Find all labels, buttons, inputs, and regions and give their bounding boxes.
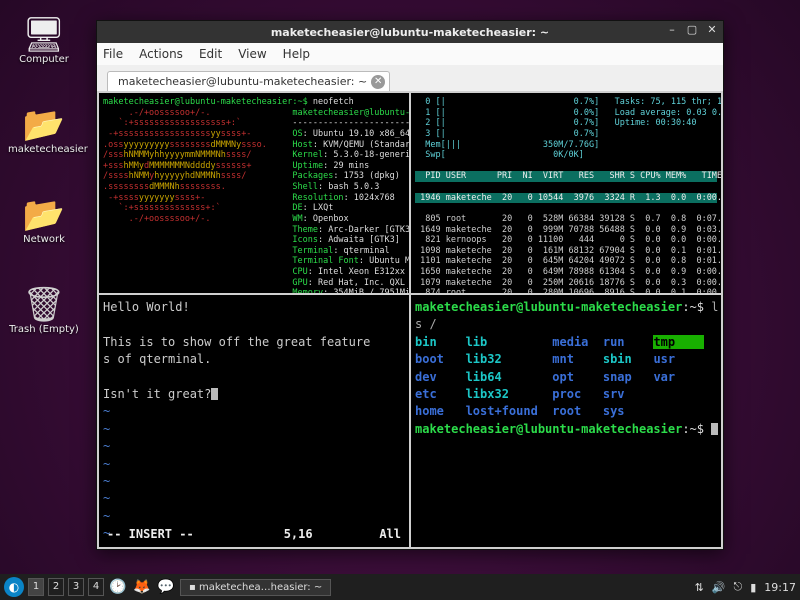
desktop-icon-label: maketecheasier	[8, 144, 80, 155]
workspace-1[interactable]: 1	[28, 578, 44, 596]
tab-close-icon[interactable]: ✕	[371, 75, 385, 89]
pane-ls[interactable]: maketecheasier@lubuntu-maketecheasier:~$…	[411, 295, 721, 547]
pane-htop[interactable]: 0 [| 0.7%] Tasks: 75, 115 thr; 1 running…	[411, 93, 721, 293]
taskbar-window-button[interactable]: ▪ maketechea…heasier: ~	[180, 579, 331, 596]
menubar: File Actions Edit View Help	[97, 43, 723, 65]
app-firefox-icon[interactable]: 🦊	[132, 579, 152, 595]
window-titlebar[interactable]: maketecheasier@lubuntu-maketecheasier: ~…	[97, 21, 723, 43]
workspace-4[interactable]: 4	[88, 578, 104, 596]
desktop-icon-folder[interactable]: 📂 maketecheasier	[8, 108, 80, 155]
split-panes: maketecheasier@lubuntu-maketecheasier:~$…	[97, 91, 723, 549]
pane-vim[interactable]: Hello World! This is to show off the gre…	[99, 295, 409, 547]
tray-clock[interactable]: 19:17	[764, 581, 796, 594]
window-title: maketecheasier@lubuntu-maketecheasier: ~	[97, 26, 723, 39]
menu-view[interactable]: View	[238, 47, 266, 61]
app-sensors-icon[interactable]: 🕑	[108, 579, 128, 595]
taskbar-window-label: ▪ maketechea…heasier: ~	[189, 582, 322, 593]
trash-icon: 🗑	[8, 288, 80, 322]
menu-file[interactable]: File	[103, 47, 123, 61]
pane-neofetch[interactable]: maketecheasier@lubuntu-maketecheasier:~$…	[99, 93, 409, 293]
menu-edit[interactable]: Edit	[199, 47, 222, 61]
minimize-button[interactable]: –	[665, 23, 679, 37]
taskbar: ◐ 1 2 3 4 🕑 🦊 💬 ▪ maketechea…heasier: ~ …	[0, 574, 800, 600]
folder-icon: 📂	[8, 108, 80, 142]
maximize-button[interactable]: ▢	[685, 23, 699, 37]
terminal-tab[interactable]: maketecheasier@lubuntu-maketecheasier: ~…	[107, 71, 390, 91]
desktop-icon-computer[interactable]: 🖥 Computer	[8, 18, 80, 65]
workspace-3[interactable]: 3	[68, 578, 84, 596]
desktop-icon-label: Computer	[8, 54, 80, 65]
desktop-icon-trash[interactable]: 🗑 Trash (Empty)	[8, 288, 80, 335]
terminal-window: maketecheasier@lubuntu-maketecheasier: ~…	[96, 20, 724, 550]
tray-network-icon[interactable]: ⎋	[734, 580, 743, 594]
tray-usb-icon[interactable]: ⇅	[695, 581, 704, 594]
app-chat-icon[interactable]: 💬	[156, 579, 176, 595]
system-tray: ⇅ 🔊 ⎋ ▮ 19:17	[695, 580, 796, 594]
launcher-button[interactable]: ◐	[4, 577, 24, 597]
tray-volume-icon[interactable]: 🔊	[712, 581, 726, 594]
tabbar: maketecheasier@lubuntu-maketecheasier: ~…	[97, 65, 723, 91]
network-icon: 📂	[8, 198, 80, 232]
computer-icon: 🖥	[8, 18, 80, 52]
workspace-2[interactable]: 2	[48, 578, 64, 596]
tray-battery-icon[interactable]: ▮	[750, 581, 756, 594]
desktop-icon-network[interactable]: 📂 Network	[8, 198, 80, 245]
menu-help[interactable]: Help	[283, 47, 310, 61]
close-button[interactable]: ✕	[705, 23, 719, 37]
desktop-icon-label: Trash (Empty)	[8, 324, 80, 335]
menu-actions[interactable]: Actions	[139, 47, 183, 61]
tab-label: maketecheasier@lubuntu-maketecheasier: ~	[118, 75, 367, 88]
desktop-icon-label: Network	[8, 234, 80, 245]
